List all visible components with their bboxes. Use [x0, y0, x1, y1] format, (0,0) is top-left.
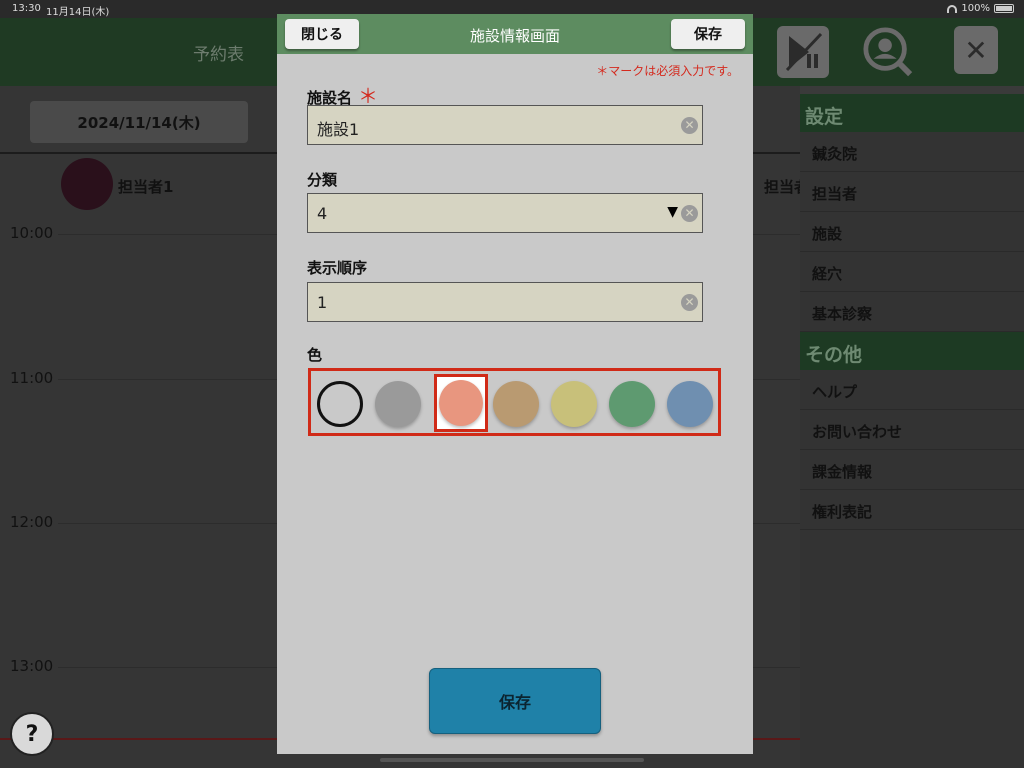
save-button[interactable]: 保存 [429, 668, 601, 734]
sidebar-item-clinic[interactable]: 鍼灸院 [800, 132, 1024, 172]
display-order-field[interactable]: 1 ✕ [307, 282, 703, 322]
color-swatch-tan[interactable] [493, 381, 539, 427]
header-save-button[interactable]: 保存 [671, 19, 745, 49]
status-right: 100% [947, 3, 1014, 14]
clear-icon[interactable]: ✕ [681, 294, 698, 311]
modal-header: 施設情報画面 閉じる 保存 [277, 14, 753, 54]
sidebar-item-acupoint[interactable]: 経穴 [800, 252, 1024, 292]
facility-name-value: 施設1 [317, 120, 360, 139]
category-value: 4 [317, 204, 328, 223]
color-label: 色 [307, 346, 323, 364]
date-selector-button[interactable]: 2024/11/14(木) [30, 101, 248, 143]
battery-percent: 100% [961, 3, 990, 14]
staff-name: 担当者1 [118, 178, 174, 196]
color-swatch-green[interactable] [609, 381, 655, 427]
avatar [61, 158, 113, 210]
color-swatch-olive[interactable] [551, 381, 597, 427]
selected-color-frame [434, 374, 488, 432]
play-pause-button[interactable] [777, 26, 829, 78]
sidebar-item-staff[interactable]: 担当者 [800, 172, 1024, 212]
status-time: 13:30 [12, 3, 41, 14]
settings-sidebar: 設定 鍼灸院 担当者 施設 経穴 基本診察 その他 ヘルプ お問い合わせ 課金情… [800, 94, 1024, 768]
dropdown-arrow-icon[interactable]: ▼ [667, 204, 678, 220]
clear-icon[interactable]: ✕ [681, 117, 698, 134]
color-swatch-none[interactable] [317, 381, 363, 427]
sidebar-item-facility[interactable]: 施設 [800, 212, 1024, 252]
close-button[interactable]: 閉じる [285, 19, 359, 49]
hour-label: 10:00 [10, 224, 54, 242]
category-label: 分類 [307, 171, 338, 189]
hour-label: 11:00 [10, 369, 54, 387]
user-search-icon [863, 27, 913, 77]
close-app-button[interactable]: ✕ [954, 26, 998, 74]
display-order-value: 1 [317, 293, 328, 312]
status-date: 11月14日(木) [46, 7, 110, 18]
sidebar-section-other: その他 [800, 332, 1024, 370]
sidebar-section-settings: 設定 [800, 94, 1024, 132]
hour-label: 13:00 [10, 657, 54, 675]
sidebar-item-help[interactable]: ヘルプ [800, 370, 1024, 410]
help-button[interactable]: ? [10, 712, 54, 756]
facility-name-field[interactable]: 施設1 ✕ [307, 105, 703, 145]
sidebar-item-basic-exam[interactable]: 基本診察 [800, 292, 1024, 332]
sidebar-item-contact[interactable]: お問い合わせ [800, 410, 1024, 450]
wifi-icon [947, 4, 958, 13]
color-swatch-salmon[interactable] [439, 380, 483, 426]
home-indicator [380, 758, 644, 762]
clear-icon[interactable]: ✕ [681, 205, 698, 222]
display-order-label: 表示順序 [307, 259, 368, 277]
app-title: 予約表 [193, 45, 244, 65]
category-select[interactable]: 4 ▼ ✕ [307, 193, 703, 233]
user-search-button[interactable] [862, 26, 914, 78]
sidebar-item-legal[interactable]: 権利表記 [800, 490, 1024, 530]
required-note: ＊マークは必須入力です。 [596, 64, 739, 78]
hour-label: 12:00 [10, 513, 54, 531]
sidebar-item-billing[interactable]: 課金情報 [800, 450, 1024, 490]
facility-modal: 施設情報画面 閉じる 保存 ＊マークは必須入力です。 施設名＊ 施設1 ✕ 分類… [277, 14, 753, 754]
color-picker [308, 368, 721, 436]
play-pause-icon [785, 32, 823, 72]
color-swatch-gray[interactable] [375, 381, 421, 427]
color-swatch-blue[interactable] [667, 381, 713, 427]
battery-icon [994, 4, 1014, 13]
